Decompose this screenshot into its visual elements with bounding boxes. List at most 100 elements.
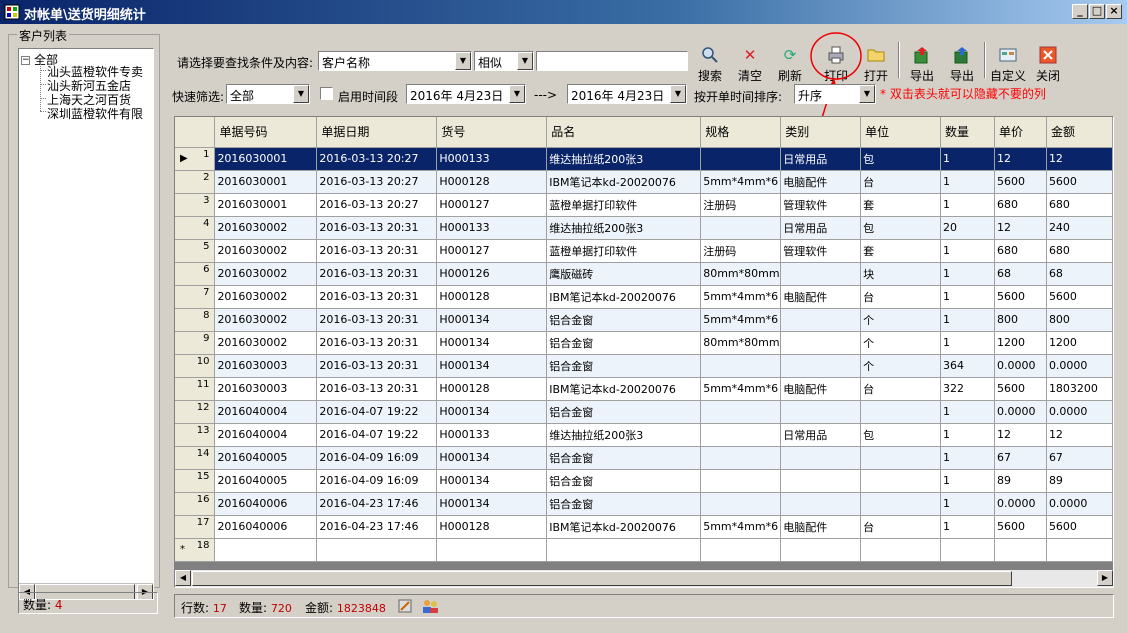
table-row[interactable]: 14 2016040005 2016-04-09 16:09 H000134 铝合金窗 1… (175, 446, 1113, 470)
table-cell[interactable] (940, 538, 995, 562)
table-cell[interactable]: 2016-03-13 20:31 (316, 239, 438, 263)
table-row[interactable]: 12 2016040004 2016-04-07 19:22 H000134 铝合金窗 1… (175, 400, 1113, 424)
row-header[interactable]: 14 (175, 446, 216, 470)
table-cell[interactable] (700, 423, 782, 447)
table-row[interactable]: 9 2016030002 2016-03-13 20:31 H000134 铝合金窗 80… (175, 331, 1113, 355)
table-cell[interactable] (700, 446, 782, 470)
table-cell[interactable] (780, 400, 862, 424)
table-cell[interactable]: 包 (860, 147, 942, 171)
column-header[interactable]: 类别 (780, 117, 862, 148)
table-cell[interactable]: 800 (994, 308, 1047, 332)
table-cell[interactable]: 0.0000 (994, 492, 1047, 516)
sort-order-select[interactable]: 升序 ▼ (794, 84, 876, 104)
table-cell[interactable]: 2016-03-13 20:31 (316, 331, 438, 355)
row-header[interactable]: 16 (175, 492, 216, 516)
table-cell[interactable]: 12 (1046, 147, 1113, 171)
table-cell[interactable]: 1 (940, 515, 995, 539)
table-cell[interactable]: 2016-04-23 17:46 (316, 515, 438, 539)
table-cell[interactable]: IBM笔记本kd-20020076 (546, 285, 702, 309)
table-cell[interactable]: 个 (860, 331, 942, 355)
table-cell[interactable]: H000127 (436, 239, 548, 263)
table-cell[interactable] (860, 538, 942, 562)
table-cell[interactable]: 12 (994, 216, 1047, 240)
table-cell[interactable] (700, 216, 782, 240)
table-cell[interactable]: 台 (860, 170, 942, 194)
table-cell[interactable]: 维达抽拉纸200张3 (546, 216, 702, 240)
table-cell[interactable]: 1200 (1046, 331, 1113, 355)
table-cell[interactable]: 个 (860, 354, 942, 378)
table-cell[interactable]: 铝合金窗 (546, 492, 702, 516)
table-cell[interactable]: H000134 (436, 400, 548, 424)
table-cell[interactable]: H000128 (436, 377, 548, 401)
date-from-picker[interactable]: 2016年 4月23日 ▼ (406, 84, 526, 104)
table-cell[interactable]: 2016030002 (214, 285, 318, 309)
table-cell[interactable]: 2016030003 (214, 354, 318, 378)
tree-item-customer[interactable]: 深圳蓝橙软件有限 (47, 105, 143, 122)
table-cell[interactable]: 5600 (1046, 285, 1113, 309)
table-cell[interactable]: 鹰版磁砖 (546, 262, 702, 286)
table-cell[interactable]: 67 (1046, 446, 1113, 470)
dropdown-arrow-icon[interactable]: ▼ (670, 85, 686, 103)
column-header[interactable]: 货号 (436, 117, 548, 148)
column-header[interactable]: 规格 (700, 117, 782, 148)
search-input[interactable] (536, 51, 688, 71)
table-cell[interactable]: 5600 (994, 515, 1047, 539)
table-cell[interactable]: 套 (860, 193, 942, 217)
row-header[interactable]: 12 (175, 400, 216, 424)
table-cell[interactable]: 322 (940, 377, 995, 401)
grid-horizontal-scrollbar[interactable]: ◀ ▶ (175, 570, 1113, 587)
table-cell[interactable]: 89 (994, 469, 1047, 493)
table-cell[interactable]: 包 (860, 216, 942, 240)
table-cell[interactable]: 2016-03-13 20:27 (316, 170, 438, 194)
table-cell[interactable]: 铝合金窗 (546, 400, 702, 424)
table-cell[interactable]: 台 (860, 285, 942, 309)
table-cell[interactable]: 2016-03-13 20:31 (316, 216, 438, 240)
match-mode-select[interactable]: 相似 ▼ (474, 51, 534, 71)
table-cell[interactable] (780, 262, 862, 286)
row-header[interactable]: 6 (175, 262, 216, 286)
table-cell[interactable]: 2016-03-13 20:31 (316, 354, 438, 378)
table-cell[interactable] (700, 354, 782, 378)
row-header[interactable]: ▶ 1 (175, 147, 216, 171)
table-cell[interactable]: 2016030002 (214, 262, 318, 286)
clear-button[interactable]: ✕ 清空 (730, 46, 770, 88)
table-cell[interactable]: H000134 (436, 331, 548, 355)
table-cell[interactable]: 铝合金窗 (546, 354, 702, 378)
table-cell[interactable]: 20 (940, 216, 995, 240)
table-cell[interactable] (860, 446, 942, 470)
table-row[interactable]: 3 2016030001 2016-03-13 20:27 H000127 蓝橙单据打印… (175, 193, 1113, 217)
table-cell[interactable] (860, 400, 942, 424)
table-cell[interactable]: 蓝橙单据打印软件 (546, 193, 702, 217)
table-row[interactable]: 16 2016040006 2016-04-23 17:46 H000134 铝合金窗 1… (175, 492, 1113, 516)
close-window-button[interactable]: × (1106, 4, 1122, 19)
close-button[interactable]: 关闭 (1028, 46, 1068, 88)
table-cell[interactable] (436, 538, 548, 562)
table-cell[interactable]: 1 (940, 423, 995, 447)
table-cell[interactable]: 日常用品 (780, 423, 862, 447)
table-cell[interactable]: H000128 (436, 170, 548, 194)
column-header[interactable]: 金额 (1046, 117, 1113, 148)
table-cell[interactable]: 电脑配件 (780, 515, 862, 539)
table-cell[interactable]: 5mm*4mm*6 (700, 170, 782, 194)
table-cell[interactable]: 2016030003 (214, 377, 318, 401)
table-cell[interactable]: 0.0000 (994, 400, 1047, 424)
customer-tree[interactable]: − 全部 汕头蓝橙软件专卖 汕头新河五金店 上海天之河百货 深圳蓝橙软件有限 ◀ … (18, 48, 154, 600)
table-cell[interactable] (700, 147, 782, 171)
column-header[interactable]: 品名 (546, 117, 702, 148)
table-cell[interactable]: H000134 (436, 492, 548, 516)
table-cell[interactable]: 2016-04-23 17:46 (316, 492, 438, 516)
table-cell[interactable]: 0.0000 (1046, 354, 1113, 378)
table-row[interactable]: 17 2016040006 2016-04-23 17:46 H000128 IBM笔记… (175, 515, 1113, 539)
table-cell[interactable]: 2016030001 (214, 170, 318, 194)
dropdown-arrow-icon[interactable]: ▼ (293, 85, 309, 103)
table-cell[interactable]: 680 (1046, 193, 1113, 217)
table-row[interactable]: 8 2016030002 2016-03-13 20:31 H000134 铝合金窗 5m… (175, 308, 1113, 332)
table-cell[interactable]: 680 (1046, 239, 1113, 263)
table-cell[interactable]: 5600 (1046, 170, 1113, 194)
table-row[interactable]: 5 2016030002 2016-03-13 20:31 H000127 蓝橙单据打印… (175, 239, 1113, 263)
table-cell[interactable] (700, 538, 782, 562)
export-button[interactable]: 导出 (902, 46, 942, 88)
table-row[interactable]: 13 2016040004 2016-04-07 19:22 H000133 维达抽拉纸… (175, 423, 1113, 447)
scroll-left-icon[interactable]: ◀ (175, 570, 191, 586)
row-header[interactable]: 9 (175, 331, 216, 355)
